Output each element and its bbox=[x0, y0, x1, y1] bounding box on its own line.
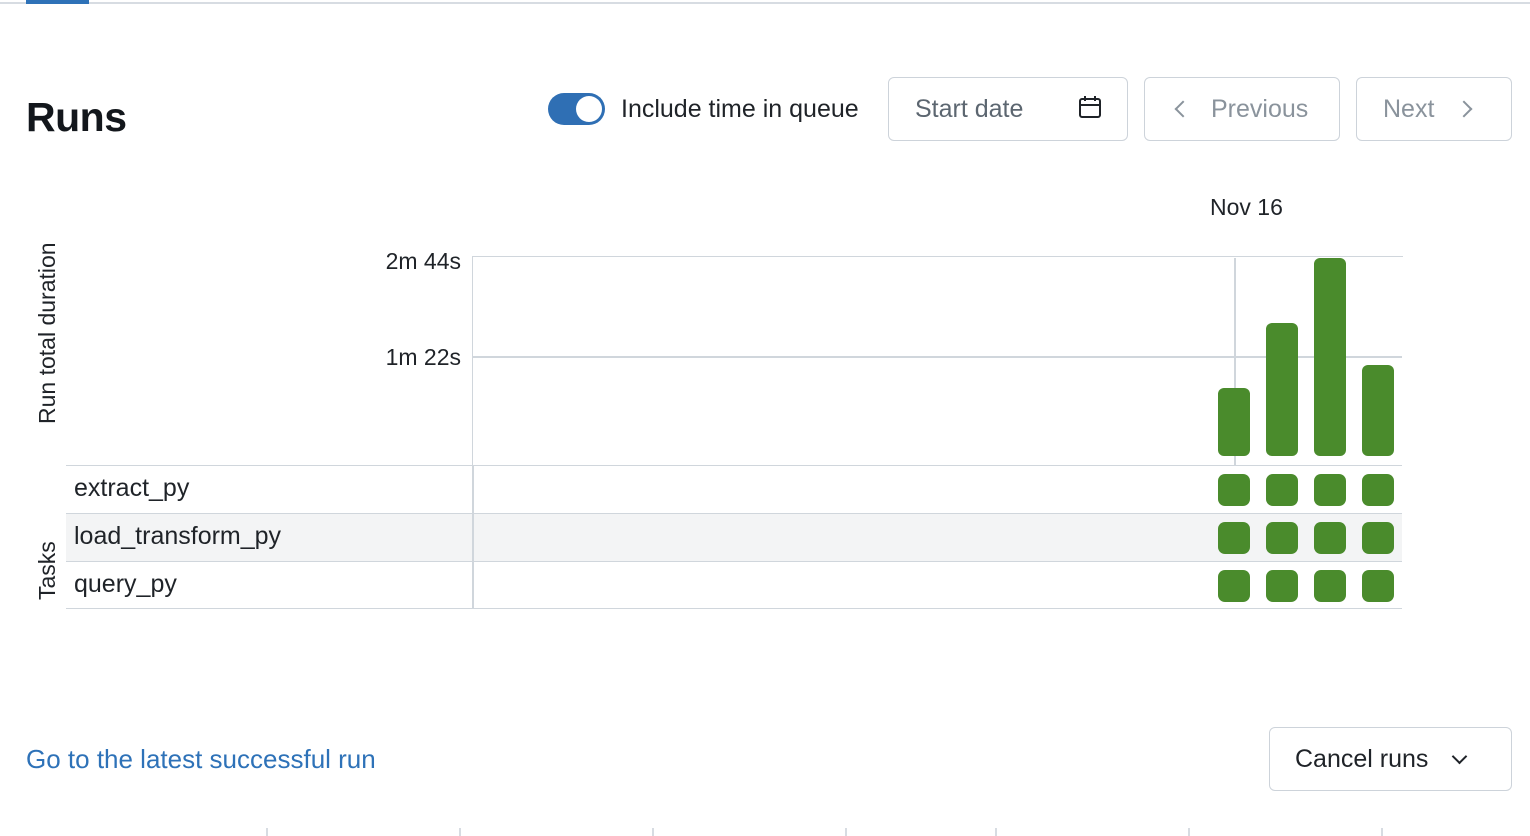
bottom-tick bbox=[1188, 828, 1190, 836]
page-title: Runs bbox=[26, 94, 127, 140]
top-divider bbox=[0, 2, 1530, 4]
chevron-down-icon bbox=[1452, 748, 1468, 764]
bottom-tick bbox=[266, 828, 268, 836]
task-run-status-cell[interactable] bbox=[1218, 522, 1250, 554]
bottom-tick bbox=[1381, 828, 1383, 836]
task-run-status-cell[interactable] bbox=[1218, 474, 1250, 506]
duration-chart-area bbox=[472, 256, 1403, 466]
run-duration-bar[interactable] bbox=[1314, 258, 1346, 456]
task-run-status-cell[interactable] bbox=[1314, 474, 1346, 506]
task-run-status-cell[interactable] bbox=[1314, 522, 1346, 554]
previous-button[interactable]: Previous bbox=[1144, 77, 1340, 141]
toggle-knob bbox=[576, 96, 602, 122]
next-button[interactable]: Next bbox=[1356, 77, 1512, 141]
y-axis-label: Run total duration bbox=[34, 242, 60, 424]
task-name: query_py bbox=[74, 570, 177, 598]
date-column-label: Nov 16 bbox=[1210, 194, 1283, 220]
previous-label: Previous bbox=[1211, 94, 1309, 123]
bottom-tick bbox=[652, 828, 654, 836]
task-run-status-cell[interactable] bbox=[1362, 570, 1394, 602]
task-name: extract_py bbox=[74, 474, 190, 502]
y-tick-label: 1m 22s bbox=[385, 344, 461, 370]
bottom-tick bbox=[459, 828, 461, 836]
chevron-left-icon bbox=[1174, 100, 1192, 118]
run-duration-bar[interactable] bbox=[1266, 323, 1298, 456]
queue-time-toggle[interactable] bbox=[548, 93, 605, 125]
task-run-status-cell[interactable] bbox=[1266, 474, 1298, 506]
cancel-runs-button[interactable]: Cancel runs bbox=[1269, 727, 1512, 791]
task-run-status-cell[interactable] bbox=[1266, 522, 1298, 554]
task-run-status-cell[interactable] bbox=[1266, 570, 1298, 602]
run-duration-bar[interactable] bbox=[1218, 388, 1250, 456]
next-label: Next bbox=[1383, 94, 1435, 123]
task-run-status-cell[interactable] bbox=[1362, 474, 1394, 506]
task-run-status-cell[interactable] bbox=[1218, 570, 1250, 602]
bottom-tick bbox=[845, 828, 847, 836]
chevron-right-icon bbox=[1455, 100, 1473, 118]
task-run-status-cell[interactable] bbox=[1314, 570, 1346, 602]
run-duration-bar[interactable] bbox=[1362, 365, 1394, 456]
task-divider bbox=[472, 466, 474, 513]
task-name: load_transform_py bbox=[74, 522, 282, 550]
task-row: load_transform_py bbox=[66, 513, 1402, 561]
task-run-status-cell[interactable] bbox=[1362, 522, 1394, 554]
bottom-tick bbox=[995, 828, 997, 836]
y-tick-label: 2m 44s bbox=[385, 248, 461, 274]
active-tab-indicator bbox=[26, 0, 89, 4]
queue-time-toggle-label: Include time in queue bbox=[621, 95, 859, 123]
task-divider bbox=[472, 562, 474, 608]
calendar-icon[interactable] bbox=[1077, 94, 1103, 125]
cancel-runs-label: Cancel runs bbox=[1295, 744, 1429, 773]
gridline bbox=[472, 356, 1402, 358]
tasks-axis-label: Tasks bbox=[34, 541, 60, 600]
start-date-placeholder: Start date bbox=[915, 94, 1024, 123]
task-divider bbox=[472, 514, 474, 561]
task-row: query_py bbox=[66, 561, 1402, 609]
latest-successful-run-link[interactable]: Go to the latest successful run bbox=[26, 744, 376, 775]
task-row: extract_py bbox=[66, 465, 1402, 513]
start-date-input[interactable]: Start date bbox=[888, 77, 1128, 141]
